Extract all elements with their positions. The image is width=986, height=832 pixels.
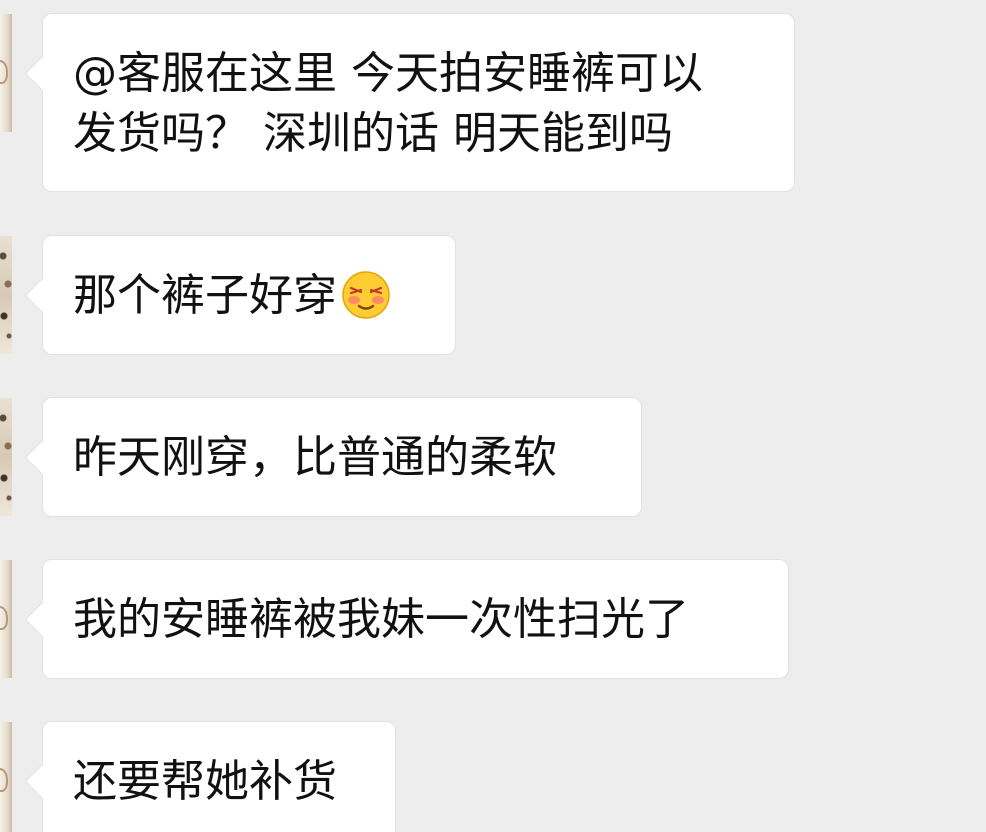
message-bubble[interactable]: 昨天刚穿，比普通的柔软 xyxy=(42,397,642,517)
blushing-face-icon xyxy=(342,271,390,319)
avatar-image xyxy=(0,60,8,84)
message-bubble[interactable]: @客服在这里 今天拍安睡裤可以 发货吗？ 深圳的话 明天能到吗 xyxy=(42,13,795,192)
avatar-image xyxy=(0,768,8,792)
message-text: 昨天刚穿，比普通的柔软 xyxy=(73,432,557,483)
message-text-line: 发货吗？ 深圳的话 明天能到吗 xyxy=(73,108,673,159)
chat-message-list: @客服在这里 今天拍安睡裤可以 发货吗？ 深圳的话 明天能到吗 那个裤子好穿 昨… xyxy=(0,0,986,832)
message-text: 那个裤子好穿 xyxy=(73,270,337,321)
message-bubble[interactable]: 我的安睡裤被我妹一次性扫光了 xyxy=(42,559,789,679)
sender-avatar[interactable] xyxy=(0,722,12,832)
message-text: 我的安睡裤被我妹一次性扫光了 xyxy=(73,594,689,645)
sender-avatar[interactable] xyxy=(0,398,12,516)
message-text: 还要帮她补货 xyxy=(73,756,337,807)
sender-avatar[interactable] xyxy=(0,14,12,132)
message-bubble[interactable]: 那个裤子好穿 xyxy=(42,235,456,355)
avatar-image xyxy=(0,606,8,630)
sender-avatar[interactable] xyxy=(0,560,12,678)
message-text-line: @客服在这里 今天拍安睡裤可以 xyxy=(73,48,703,99)
sender-avatar[interactable] xyxy=(0,236,12,354)
message-bubble[interactable]: 还要帮她补货 xyxy=(42,721,396,832)
